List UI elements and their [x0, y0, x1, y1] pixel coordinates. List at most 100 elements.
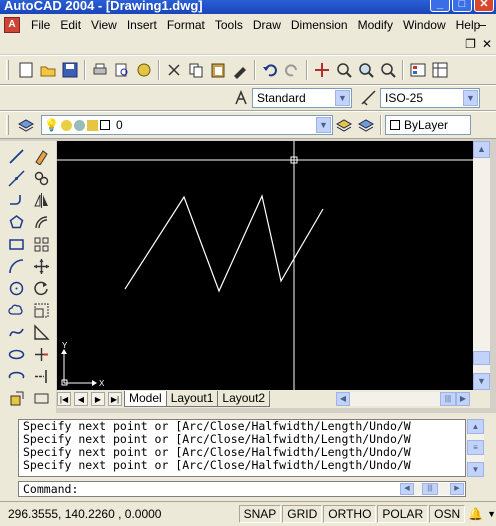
make-layer-current-icon[interactable] [333, 114, 355, 136]
polar-toggle[interactable]: POLAR [377, 505, 429, 523]
zoom-previous-icon[interactable] [377, 59, 399, 81]
dim-style-icon[interactable] [358, 87, 380, 109]
insert-block-icon[interactable] [4, 387, 28, 409]
scroll-left-icon[interactable]: ◀ [400, 483, 414, 495]
text-style-select[interactable]: Standard ▼ [252, 88, 352, 108]
menu-file[interactable]: File [26, 14, 55, 36]
communication-center-icon[interactable]: 🔔 [468, 507, 483, 521]
offset-icon[interactable] [29, 211, 53, 233]
command-horizontal-scrollbar[interactable]: ◀ ||| ▶ [400, 483, 464, 495]
menu-window[interactable]: Window [398, 14, 451, 36]
rotate-icon[interactable] [29, 277, 53, 299]
scroll-down-icon[interactable]: ▼ [467, 462, 484, 477]
pan-realtime-icon[interactable] [311, 59, 333, 81]
menu-dimension[interactable]: Dimension [286, 14, 353, 36]
scroll-right-icon[interactable]: ▶ [450, 483, 464, 495]
match-properties-icon[interactable] [229, 59, 251, 81]
zoom-window-icon[interactable] [355, 59, 377, 81]
menu-draw[interactable]: Draw [248, 14, 286, 36]
scroll-down-icon[interactable]: ▼ [473, 373, 490, 390]
dim-style-select[interactable]: ISO-25 ▼ [380, 88, 480, 108]
menu-view[interactable]: View [86, 14, 122, 36]
menu-insert[interactable]: Insert [122, 14, 162, 36]
osnap-toggle[interactable]: OSN [429, 505, 466, 523]
copy-object-icon[interactable] [29, 167, 53, 189]
toolbar-grip[interactable] [6, 115, 9, 135]
status-menu-arrow-icon[interactable]: ▼ [487, 509, 496, 519]
new-file-icon[interactable] [15, 59, 37, 81]
ortho-toggle[interactable]: ORTHO [323, 505, 377, 523]
arc-icon[interactable] [4, 255, 28, 277]
layer-manager-icon[interactable] [15, 114, 37, 136]
command-input[interactable]: Command: [18, 481, 466, 497]
design-center-icon[interactable] [429, 59, 451, 81]
tab-layout2[interactable]: Layout2 [217, 391, 271, 407]
prev-tab-icon[interactable]: ◀ [74, 392, 88, 406]
scroll-up-icon[interactable]: ▲ [473, 141, 490, 158]
autocad-logo-icon[interactable]: A [4, 17, 20, 33]
print-icon[interactable] [89, 59, 111, 81]
construction-line-icon[interactable] [4, 167, 28, 189]
tab-layout1[interactable]: Layout1 [165, 391, 219, 407]
publish-icon[interactable] [133, 59, 155, 81]
next-tab-icon[interactable]: ▶ [91, 392, 105, 406]
spline-icon[interactable] [4, 321, 28, 343]
close-button[interactable]: ✕ [474, 0, 494, 12]
command-history-scrollbar[interactable]: ▲ ≡ ▼ [467, 419, 484, 477]
circle-icon[interactable] [4, 277, 28, 299]
grid-toggle[interactable]: GRID [282, 505, 323, 523]
array-icon[interactable] [29, 233, 53, 255]
doc-minimize-button[interactable]: – [478, 16, 486, 32]
trim-icon[interactable] [29, 343, 53, 365]
open-folder-icon[interactable] [37, 59, 59, 81]
extend-icon[interactable] [29, 365, 53, 387]
text-style-icon[interactable] [230, 87, 252, 109]
layer-previous-icon[interactable] [355, 114, 377, 136]
color-select[interactable]: ByLayer [385, 115, 471, 135]
redo-icon[interactable] [281, 59, 303, 81]
menu-tools[interactable]: Tools [210, 14, 248, 36]
scroll-up-icon[interactable]: ▲ [467, 419, 484, 434]
doc-close-button[interactable]: ✕ [482, 37, 492, 51]
copy-icon[interactable] [185, 59, 207, 81]
menu-edit[interactable]: Edit [55, 14, 86, 36]
last-tab-icon[interactable]: ▶| [108, 392, 122, 406]
line-icon[interactable] [4, 145, 28, 167]
layer-select[interactable]: 💡 0 ▼ [41, 115, 333, 135]
paste-icon[interactable] [207, 59, 229, 81]
scroll-thumb[interactable]: ||| [440, 392, 456, 406]
chevron-down-icon[interactable]: ▼ [463, 90, 478, 106]
chevron-down-icon[interactable]: ▼ [335, 90, 350, 106]
toolbar-grip[interactable] [6, 60, 9, 80]
first-tab-icon[interactable]: |◀ [57, 392, 71, 406]
snap-toggle[interactable]: SNAP [238, 505, 282, 523]
drawing-area[interactable]: Y X [57, 141, 473, 390]
mirror-icon[interactable] [29, 189, 53, 211]
menu-format[interactable]: Format [162, 14, 210, 36]
print-preview-icon[interactable] [111, 59, 133, 81]
break-icon[interactable] [29, 387, 53, 409]
maximize-button[interactable]: □ [452, 0, 472, 12]
polygon-icon[interactable] [4, 211, 28, 233]
canvas-horizontal-scrollbar[interactable]: ◀ ||| ▶ [336, 392, 470, 406]
scroll-thumb[interactable]: ≡ [467, 440, 484, 455]
ellipse-icon[interactable] [4, 343, 28, 365]
scroll-left-icon[interactable]: ◀ [336, 392, 350, 406]
properties-icon[interactable] [407, 59, 429, 81]
save-icon[interactable] [59, 59, 81, 81]
move-icon[interactable] [29, 255, 53, 277]
scale-icon[interactable] [29, 299, 53, 321]
menu-modify[interactable]: Modify [353, 14, 398, 36]
undo-icon[interactable] [259, 59, 281, 81]
scroll-thumb[interactable] [473, 351, 490, 365]
zoom-realtime-icon[interactable] [333, 59, 355, 81]
polyline-icon[interactable] [4, 189, 28, 211]
doc-restore-button[interactable]: ❐ [465, 37, 476, 51]
minimize-button[interactable]: _ [430, 0, 450, 12]
revision-cloud-icon[interactable] [4, 299, 28, 321]
erase-icon[interactable] [29, 145, 53, 167]
rectangle-icon[interactable] [4, 233, 28, 255]
canvas-vertical-scrollbar[interactable]: ▲ ▼ [473, 141, 490, 390]
tab-model[interactable]: Model [124, 391, 167, 407]
chevron-down-icon[interactable]: ▼ [316, 117, 331, 133]
